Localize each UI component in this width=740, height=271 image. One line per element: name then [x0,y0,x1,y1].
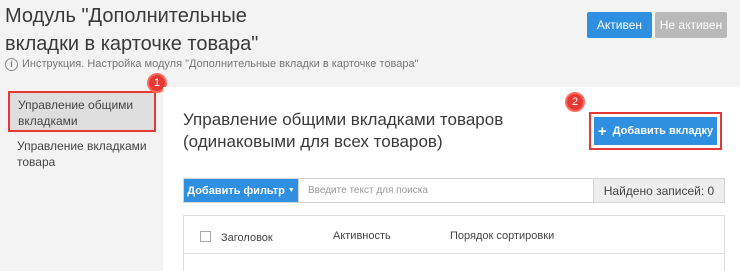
sidebar-item-label: Управление вкладками товара [17,139,147,169]
sidebar-item-common-tabs[interactable]: Управление общими вкладками [8,91,156,132]
column-header-active[interactable]: Активность [333,230,391,242]
table-header: Заголовок Активность Порядок сортировки [184,216,724,254]
add-tab-label: Добавить вкладку [612,125,714,137]
data-table: Заголовок Активность Порядок сортировки [183,215,725,271]
add-filter-button[interactable]: Добавить фильтр ▼ [184,179,298,202]
status-active-button[interactable]: Активен [587,12,652,38]
column-header-title[interactable]: Заголовок [221,232,273,244]
page-title: Модуль "Дополнительные вкладки в карточк… [5,5,259,55]
main-content: Управление общими вкладками товаров (оди… [163,87,740,271]
select-all-checkbox[interactable] [200,231,211,242]
section-title: Управление общими вкладками товаров (оди… [183,110,504,151]
annotation-badge-2: 2 [565,92,585,112]
plus-icon: + [597,122,607,140]
add-filter-label: Добавить фильтр [187,184,285,197]
instruction-text: Инструкция. Настройка модуля "Дополнител… [22,58,419,70]
add-tab-button[interactable]: + Добавить вкладку [594,117,717,145]
sidebar-item-product-tabs[interactable]: Управление вкладками товара [8,136,156,172]
caret-down-icon: ▼ [287,187,295,194]
instruction-link[interactable]: i Инструкция. Настройка модуля "Дополнит… [5,57,418,71]
records-count: Найдено записей: 0 [593,179,724,202]
info-icon: i [5,57,18,71]
sidebar-item-label: Управление общими вкладками [18,98,134,128]
filter-bar: Добавить фильтр ▼ Найдено записей: 0 [183,178,725,203]
column-header-sort-order[interactable]: Порядок сортировки [450,230,554,242]
status-inactive-button[interactable]: Не активен [655,12,727,38]
add-tab-highlight: + Добавить вкладку [589,112,722,150]
search-input[interactable] [298,179,593,202]
